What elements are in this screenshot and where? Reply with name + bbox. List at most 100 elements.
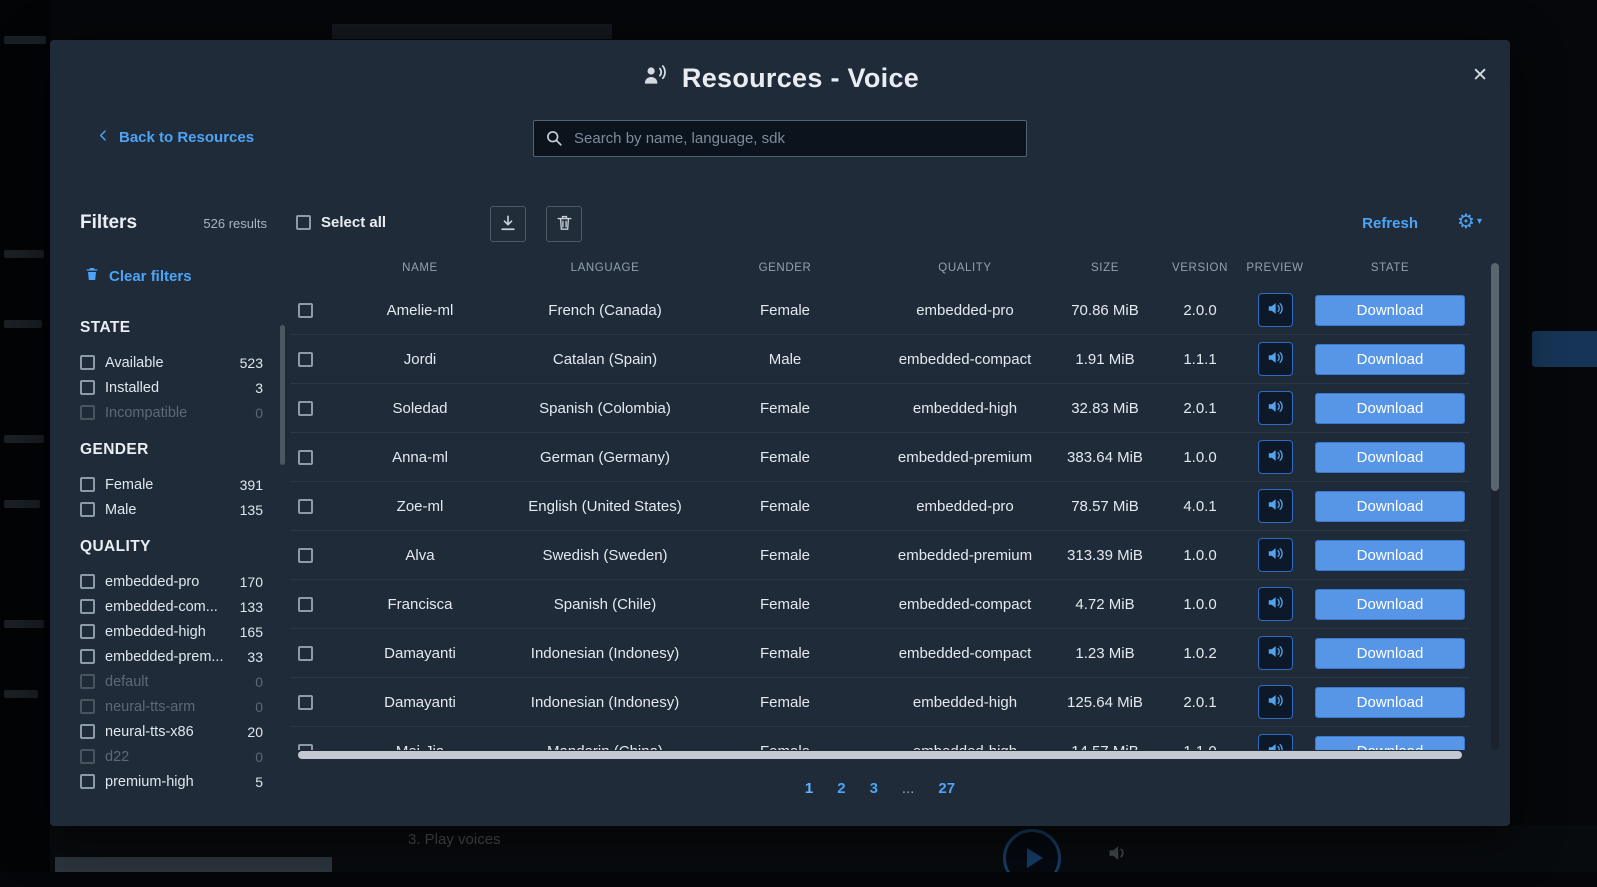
- download-button[interactable]: Download: [1315, 638, 1465, 669]
- preview-button[interactable]: [1258, 538, 1293, 572]
- refresh-button[interactable]: Refresh: [1362, 215, 1418, 232]
- row-checkbox[interactable]: [298, 597, 313, 612]
- table-row-partial: Mei-JiaMandarin (China)Femaleembedded-hi…: [290, 727, 1470, 750]
- filter-checkbox[interactable]: [80, 355, 95, 370]
- download-button[interactable]: Download: [1315, 540, 1465, 571]
- filter-item[interactable]: embedded-com...133: [80, 594, 271, 619]
- page-button-3[interactable]: 3: [870, 780, 878, 797]
- search-input[interactable]: [533, 120, 1027, 157]
- download-button[interactable]: Download: [1315, 491, 1465, 522]
- preview-button[interactable]: [1258, 734, 1293, 750]
- page-button-27[interactable]: 27: [938, 780, 955, 797]
- voice-icon: [641, 62, 668, 94]
- row-checkbox[interactable]: [298, 401, 313, 416]
- filters-scrollbar[interactable]: [280, 325, 285, 465]
- filter-checkbox[interactable]: [80, 599, 95, 614]
- preview-button[interactable]: [1258, 293, 1293, 327]
- filter-item[interactable]: default0: [80, 669, 271, 694]
- filter-checkbox[interactable]: [80, 774, 95, 789]
- row-checkbox[interactable]: [298, 450, 313, 465]
- select-all-control[interactable]: Select all: [296, 214, 386, 231]
- filter-item[interactable]: embedded-pro170: [80, 569, 271, 594]
- download-button[interactable]: Download: [1315, 393, 1465, 424]
- download-button[interactable]: Download: [1315, 736, 1465, 751]
- filter-group: GENDERFemale391Male135: [80, 441, 271, 522]
- cell-gender: Female: [690, 449, 880, 466]
- select-all-checkbox[interactable]: [296, 215, 311, 230]
- page-button-2[interactable]: 2: [837, 780, 845, 797]
- cell-quality: embedded-high: [880, 400, 1050, 417]
- preview-button[interactable]: [1258, 391, 1293, 425]
- preview-button[interactable]: [1258, 685, 1293, 719]
- filter-checkbox[interactable]: [80, 624, 95, 639]
- preview-button[interactable]: [1258, 342, 1293, 376]
- speaker-icon: [1266, 740, 1285, 750]
- preview-button[interactable]: [1258, 440, 1293, 474]
- filter-item[interactable]: neural-tts-arm0: [80, 694, 271, 719]
- cell-language: Spanish (Colombia): [520, 400, 690, 417]
- row-checkbox[interactable]: [298, 744, 313, 751]
- column-header-size: SIZE: [1050, 262, 1160, 274]
- filter-checkbox[interactable]: [80, 477, 95, 492]
- filter-item[interactable]: embedded-high165: [80, 619, 271, 644]
- filter-checkbox[interactable]: [80, 674, 95, 689]
- filter-item[interactable]: embedded-prem...33: [80, 644, 271, 669]
- row-checkbox[interactable]: [298, 646, 313, 661]
- download-button[interactable]: Download: [1315, 344, 1465, 375]
- row-checkbox[interactable]: [298, 352, 313, 367]
- clear-filters-button[interactable]: Clear filters: [84, 266, 285, 286]
- cell-quality: embedded-pro: [880, 302, 1050, 319]
- speaker-icon: [1266, 495, 1285, 517]
- filter-count: 0: [255, 674, 271, 690]
- filter-checkbox[interactable]: [80, 380, 95, 395]
- filters-panel: Filters 526 results Clear filters STATEA…: [80, 212, 285, 818]
- table-scrollbar-track[interactable]: [1491, 263, 1499, 750]
- filter-checkbox[interactable]: [80, 699, 95, 714]
- filter-count: 0: [255, 749, 271, 765]
- cell-size: 383.64 MiB: [1050, 449, 1160, 466]
- row-checkbox[interactable]: [298, 695, 313, 710]
- download-button[interactable]: Download: [1315, 442, 1465, 473]
- filter-checkbox[interactable]: [80, 574, 95, 589]
- row-checkbox[interactable]: [298, 303, 313, 318]
- cell-size: 14.57 MiB: [1050, 743, 1160, 751]
- preview-button[interactable]: [1258, 489, 1293, 523]
- filter-item[interactable]: Available523: [80, 350, 271, 375]
- cell-gender: Female: [690, 547, 880, 564]
- cell-size: 4.72 MiB: [1050, 596, 1160, 613]
- filter-checkbox[interactable]: [80, 405, 95, 420]
- filter-checkbox[interactable]: [80, 724, 95, 739]
- download-button[interactable]: Download: [1315, 295, 1465, 326]
- filter-item[interactable]: Male135: [80, 497, 271, 522]
- download-button[interactable]: Download: [1315, 687, 1465, 718]
- preview-button[interactable]: [1258, 587, 1293, 621]
- horizontal-scrollbar[interactable]: [298, 751, 1462, 759]
- delete-selected-button[interactable]: [546, 206, 582, 242]
- download-selected-button[interactable]: [490, 206, 526, 242]
- close-button[interactable]: ✕: [1472, 64, 1488, 87]
- filter-checkbox[interactable]: [80, 502, 95, 517]
- filter-checkbox[interactable]: [80, 749, 95, 764]
- preview-button[interactable]: [1258, 636, 1293, 670]
- filter-item[interactable]: Female391: [80, 472, 271, 497]
- page-button-1[interactable]: 1: [805, 780, 813, 797]
- back-to-resources-link[interactable]: Back to Resources: [96, 128, 254, 147]
- download-button[interactable]: Download: [1315, 589, 1465, 620]
- cell-gender: Female: [690, 645, 880, 662]
- row-checkbox[interactable]: [298, 499, 313, 514]
- cell-size: 78.57 MiB: [1050, 498, 1160, 515]
- select-all-label: Select all: [321, 214, 386, 231]
- row-checkbox[interactable]: [298, 548, 313, 563]
- speaker-icon: [1266, 397, 1285, 419]
- filter-item[interactable]: d220: [80, 744, 271, 769]
- filter-item[interactable]: Incompatible0: [80, 400, 271, 425]
- table-scrollbar-thumb[interactable]: [1491, 263, 1499, 491]
- filter-item[interactable]: Installed3: [80, 375, 271, 400]
- settings-gear-button[interactable]: ⚙ ▾: [1457, 209, 1482, 234]
- cell-name: Zoe-ml: [320, 498, 520, 515]
- filter-count: 0: [255, 405, 271, 421]
- filter-item[interactable]: neural-tts-x8620: [80, 719, 271, 744]
- filter-checkbox[interactable]: [80, 649, 95, 664]
- cell-size: 313.39 MiB: [1050, 547, 1160, 564]
- filter-item[interactable]: premium-high5: [80, 769, 271, 794]
